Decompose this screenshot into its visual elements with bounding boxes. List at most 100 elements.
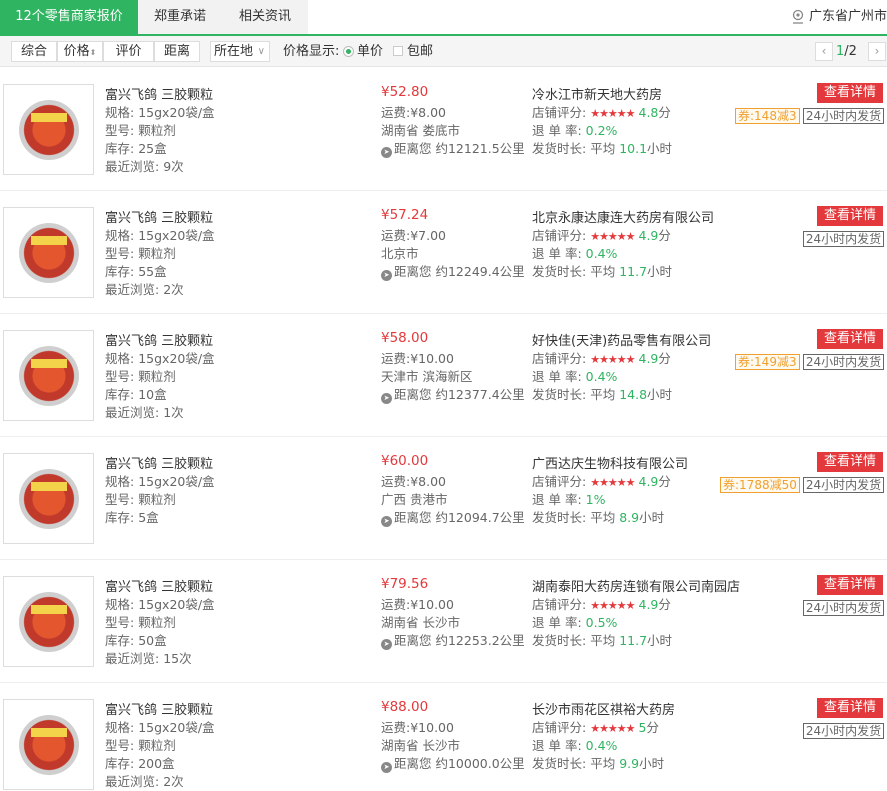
view-details-button[interactable]: 查看详情	[817, 575, 883, 595]
store-name[interactable]: 好快佳(天津)药品零售有限公司	[532, 330, 711, 349]
product-recent-views: 最近浏览: 2次	[105, 771, 184, 790]
view-details-button[interactable]: 查看详情	[817, 329, 883, 349]
ship-24h-badge: 24小时内发货	[803, 231, 884, 247]
spec-label: 规格:	[105, 474, 135, 489]
product-name[interactable]: 富兴飞鸽 三胶颗粒	[105, 453, 213, 472]
seller-region: 广西 贵港市	[381, 492, 448, 507]
refund-rate: 退 单 率: 1%	[532, 489, 606, 508]
rating-label: 店铺评分:	[532, 597, 587, 612]
ship-24h-badge: 24小时内发货	[803, 108, 884, 124]
product-thumbnail[interactable]	[3, 699, 94, 790]
distance-label: 距离您 约	[394, 141, 448, 156]
sort-rating-button[interactable]: 评价	[103, 41, 154, 62]
rating-score: 4.8	[638, 105, 659, 120]
sort-bar: 综合 价格⬍ 评价 距离 所在地 ∨ 价格显示: 单价 包邮 ‹ 1/2 ›	[0, 36, 887, 67]
navigation-icon: ➤	[381, 639, 392, 650]
product-thumbnail[interactable]	[3, 453, 94, 544]
region-select-value: 所在地	[214, 44, 254, 59]
product-image-label	[31, 482, 67, 491]
distance: ➤ 距离您 约12094.7公里	[381, 507, 525, 527]
store-name[interactable]: 湖南泰阳大药房连锁有限公司南园店	[532, 576, 740, 595]
seller-region: 湖南省 娄底市	[381, 123, 460, 138]
unit-price-radio[interactable]	[343, 46, 354, 57]
view-details-button[interactable]: 查看详情	[817, 698, 883, 718]
location-selector[interactable]: 广东省广州市	[791, 0, 887, 34]
ship-time-label: 发货时长:	[532, 141, 587, 156]
product-image	[19, 100, 79, 160]
store-name[interactable]: 冷水江市新天地大药房	[532, 84, 662, 103]
type-value: 颗粒剂	[138, 369, 176, 384]
avg-label: 平均	[590, 141, 616, 156]
product-price: ¥60.00	[381, 453, 429, 469]
seller-region: 天津市 滨海新区	[381, 369, 473, 384]
store-name[interactable]: 长沙市雨花区祺裕大药房	[532, 699, 675, 718]
free-shipping-checkbox[interactable]	[393, 46, 403, 56]
prev-page-button[interactable]: ‹	[815, 42, 833, 61]
product-row: 富兴飞鸽 三胶颗粒 规格: 15gx20袋/盒 型号: 颗粒剂 库存: 5盒 ¥60.0…	[0, 437, 887, 560]
tab-news[interactable]: 相关资讯	[222, 0, 308, 34]
rating-label: 店铺评分:	[532, 105, 587, 120]
navigation-icon: ➤	[381, 147, 392, 158]
navigation-icon: ➤	[381, 516, 392, 527]
ship-24h-badge: 24小时内发货	[803, 477, 884, 493]
rating-unit: 分	[658, 105, 671, 120]
ship-time: 发货时长: 平均 14.8小时	[532, 384, 672, 403]
product-name[interactable]: 富兴飞鸽 三胶颗粒	[105, 84, 213, 103]
rating-score: 4.9	[638, 228, 659, 243]
product-type: 型号: 颗粒剂	[105, 243, 176, 262]
spec-value: 15gx20袋/盒	[138, 105, 215, 120]
view-details-button[interactable]: 查看详情	[817, 452, 883, 472]
product-thumbnail[interactable]	[3, 84, 94, 175]
sort-comprehensive-button[interactable]: 综合	[11, 41, 57, 62]
store-rating: 店铺评分: ★★★★★ 4.8分	[532, 102, 671, 121]
store-name[interactable]: 广西达庆生物科技有限公司	[532, 453, 688, 472]
product-spec: 规格: 15gx20袋/盒	[105, 225, 215, 244]
view-details-button[interactable]: 查看详情	[817, 206, 883, 226]
ship-time: 发货时长: 平均 8.9小时	[532, 507, 664, 526]
sort-distance-button[interactable]: 距离	[154, 41, 200, 62]
spec-label: 规格:	[105, 105, 135, 120]
refund-value: 1%	[585, 492, 606, 507]
ship-time-label: 发货时长:	[532, 633, 587, 648]
tab-retail-quotes[interactable]: 12个零售商家报价	[0, 0, 138, 34]
star-rating-icon: ★★★★★	[590, 599, 635, 612]
region-select[interactable]: 所在地 ∨	[210, 41, 270, 62]
type-value: 颗粒剂	[138, 615, 176, 630]
product-name[interactable]: 富兴飞鸽 三胶颗粒	[105, 330, 213, 349]
product-price: ¥58.00	[381, 330, 429, 346]
ship-time-label: 发货时长:	[532, 264, 587, 279]
store-name[interactable]: 北京永康达康连大药房有限公司	[532, 207, 714, 226]
stock-value: 10盒	[138, 387, 167, 402]
sort-price-button[interactable]: 价格⬍	[57, 41, 103, 62]
navigation-icon: ➤	[381, 270, 392, 281]
coupon-badge[interactable]: 券:149减3	[735, 354, 800, 370]
ship-hours: 11.7	[619, 633, 648, 648]
distance: ➤ 距离您 约12377.4公里	[381, 384, 525, 404]
distance-label: 距离您 约	[394, 264, 448, 279]
product-thumbnail[interactable]	[3, 207, 94, 298]
freight: 运费:¥10.00	[381, 717, 454, 736]
coupon-badge[interactable]: 券:148减3	[735, 108, 800, 124]
product-row: 富兴飞鸽 三胶颗粒 规格: 15gx20袋/盒 型号: 颗粒剂 库存: 200盒 最近浏…	[0, 683, 887, 791]
refund-rate: 退 单 率: 0.5%	[532, 612, 617, 631]
product-name[interactable]: 富兴飞鸽 三胶颗粒	[105, 699, 213, 718]
product-spec: 规格: 15gx20袋/盒	[105, 102, 215, 121]
product-thumbnail[interactable]	[3, 330, 94, 421]
next-page-button[interactable]: ›	[868, 42, 886, 61]
view-details-button[interactable]: 查看详情	[817, 83, 883, 103]
hours-unit: 小时	[639, 756, 665, 771]
type-label: 型号:	[105, 246, 135, 261]
product-stock: 库存: 200盒	[105, 753, 175, 772]
rating-unit: 分	[658, 351, 671, 366]
price-display-label: 价格显示:	[283, 44, 340, 59]
stock-value: 55盒	[138, 264, 167, 279]
product-name[interactable]: 富兴飞鸽 三胶颗粒	[105, 207, 213, 226]
type-label: 型号:	[105, 369, 135, 384]
tab-commitment[interactable]: 郑重承诺	[138, 0, 222, 34]
product-thumbnail[interactable]	[3, 576, 94, 667]
hours-unit: 小时	[647, 141, 673, 156]
stock-value: 50盒	[138, 633, 167, 648]
product-name[interactable]: 富兴飞鸽 三胶颗粒	[105, 576, 213, 595]
freight-value: ¥10.00	[410, 351, 454, 366]
coupon-badge[interactable]: 券:1788减50	[720, 477, 800, 493]
